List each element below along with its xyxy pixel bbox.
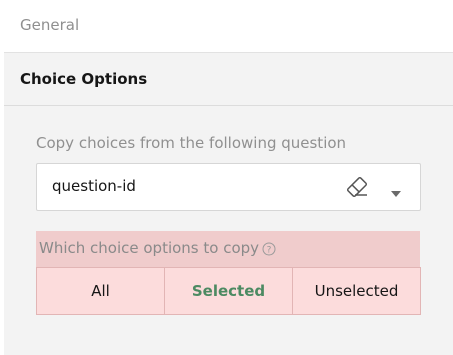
svg-text:?: ? <box>267 246 272 256</box>
section-general[interactable]: General <box>4 0 453 53</box>
section-choice-options-title: Choice Options <box>20 70 148 88</box>
question-dropdown-value: question-id <box>52 177 136 195</box>
which-options-header: Which choice options to copy ? <box>36 231 420 267</box>
option-all-button[interactable]: All <box>37 268 164 314</box>
chevron-down-icon[interactable] <box>390 183 402 197</box>
property-panel: General Choice Options Copy choices from… <box>4 0 453 355</box>
eraser-icon[interactable] <box>345 176 369 198</box>
copy-choices-label: Copy choices from the following question <box>36 134 347 152</box>
which-options-label: Which choice options to copy <box>39 239 260 257</box>
question-dropdown[interactable]: question-id <box>36 163 421 211</box>
section-general-title: General <box>20 16 80 34</box>
copy-options-segmented-control: All Selected Unselected <box>36 267 421 315</box>
option-unselected-button[interactable]: Unselected <box>292 268 420 314</box>
option-selected-button[interactable]: Selected <box>164 268 292 314</box>
section-choice-options[interactable]: Choice Options <box>4 53 453 106</box>
help-circle-icon[interactable]: ? <box>262 241 276 256</box>
